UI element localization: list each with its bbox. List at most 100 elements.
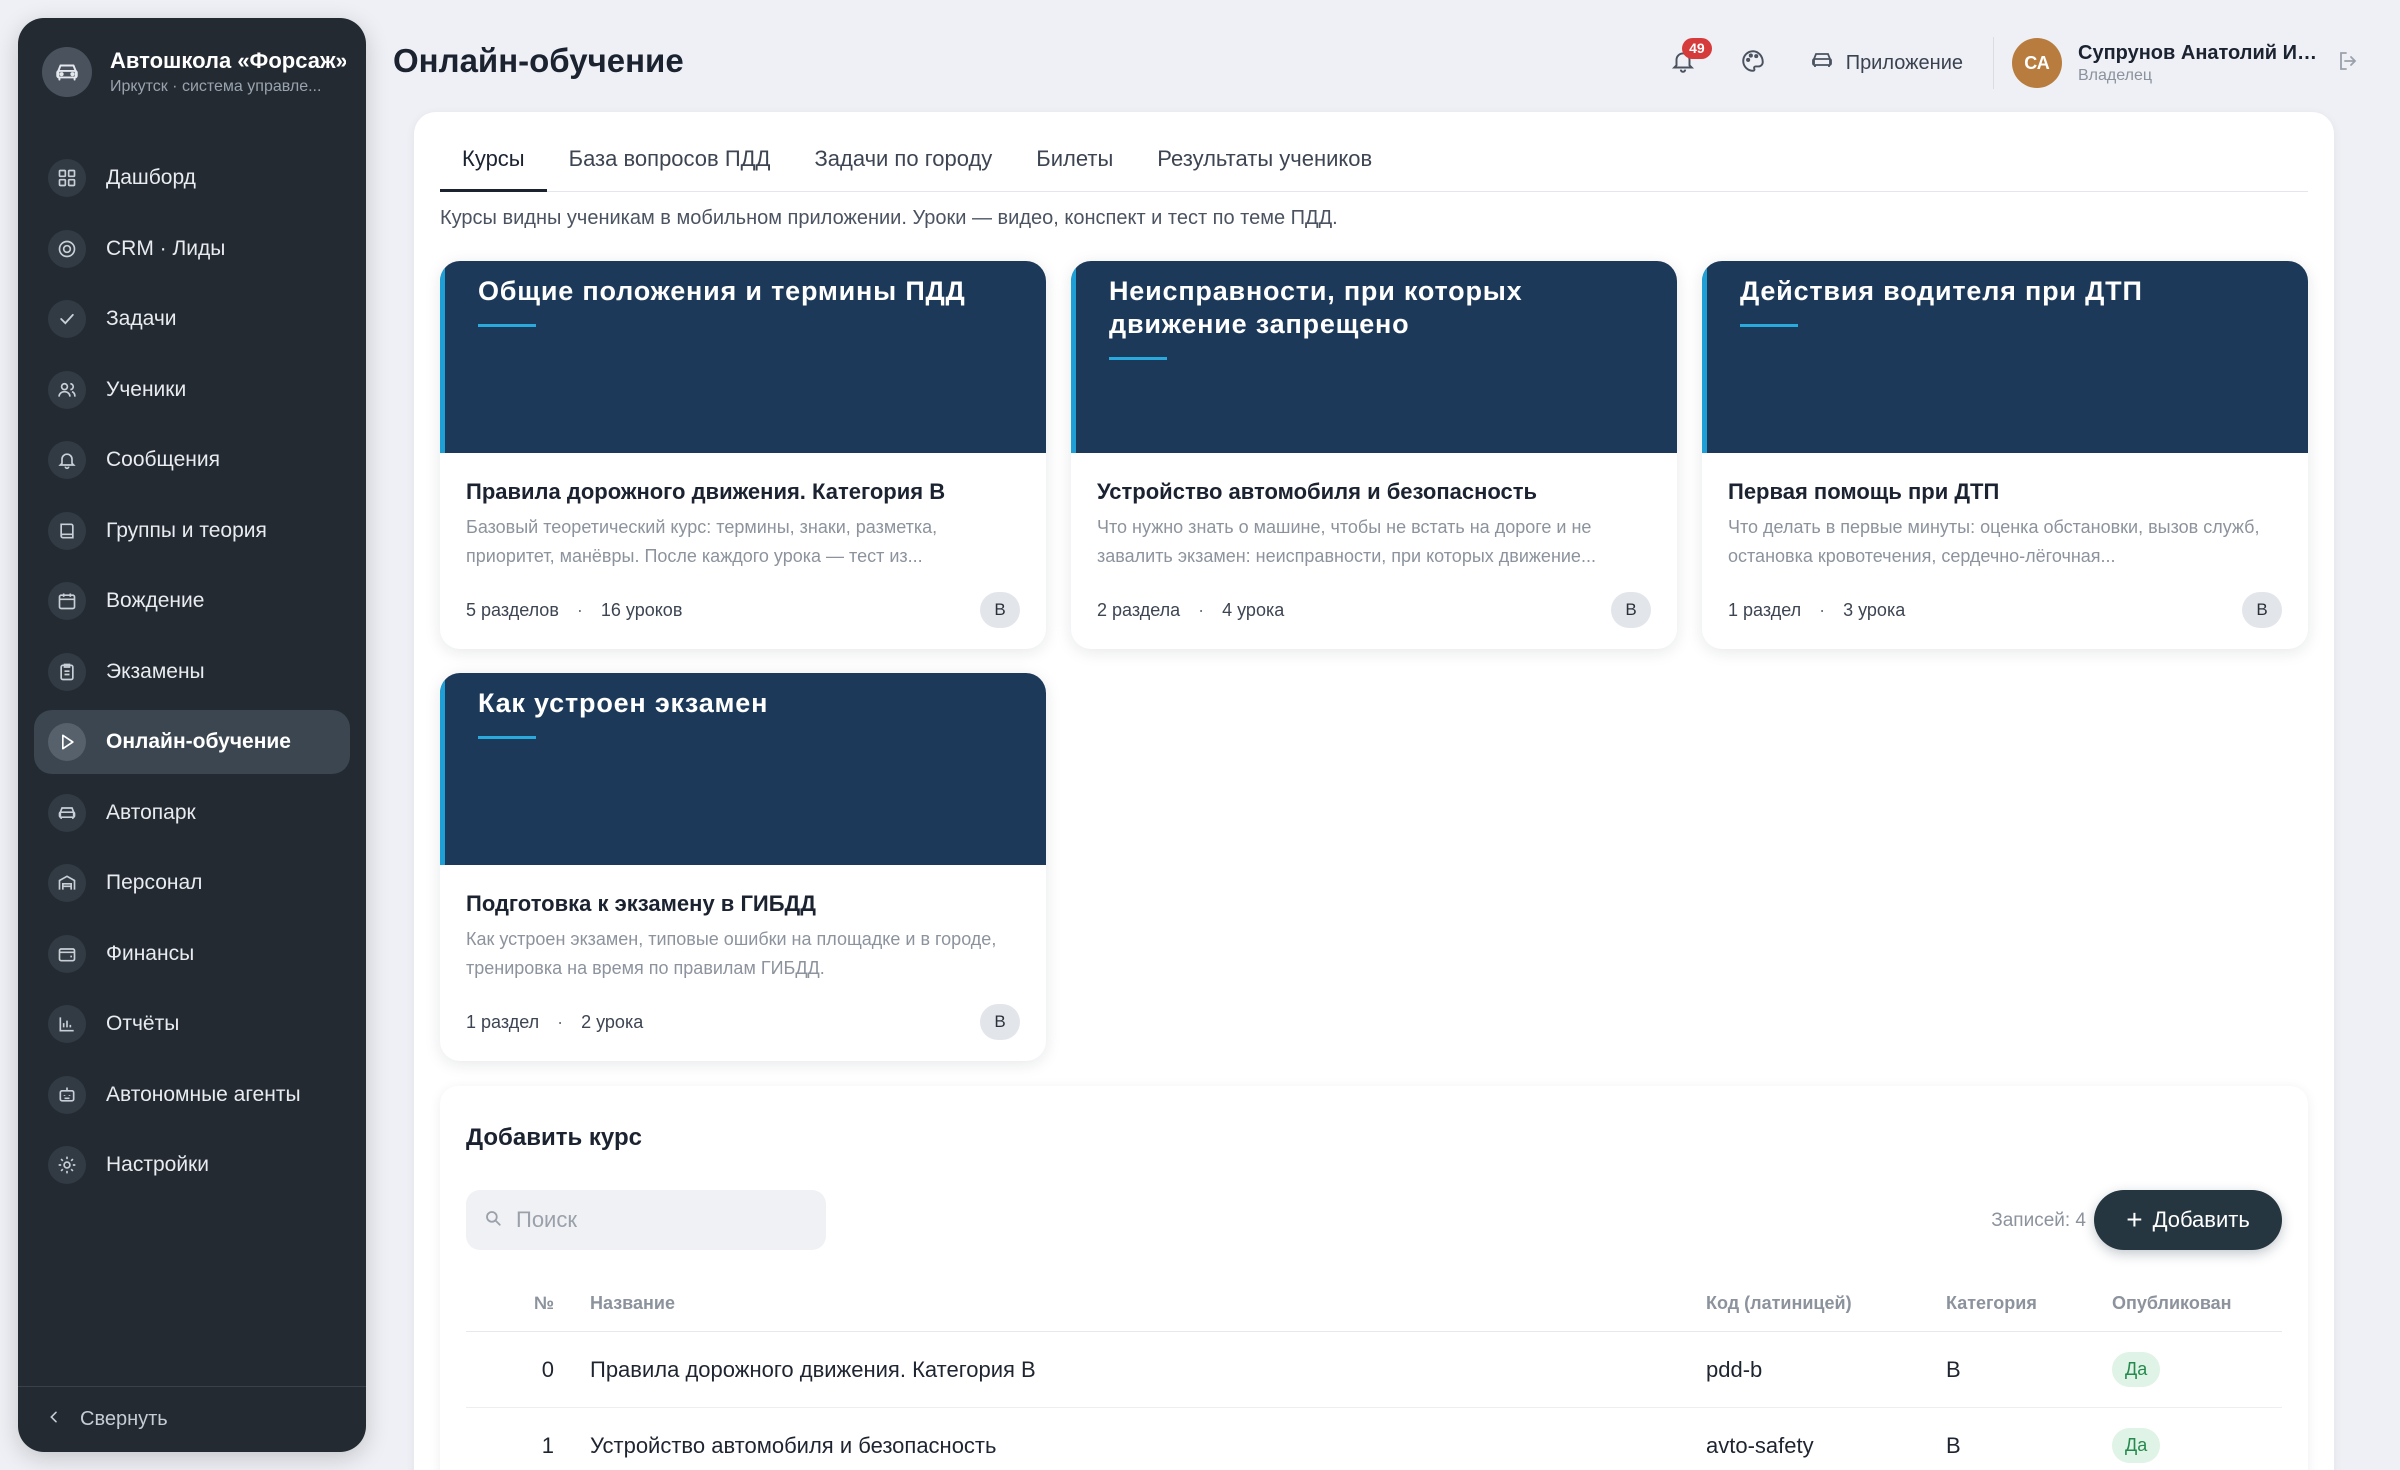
search-input[interactable]	[516, 1207, 816, 1233]
course-card[interactable]: Действия водителя при ДТП Первая помощь …	[1702, 261, 2308, 649]
app-link-label: Приложение	[1845, 51, 1963, 74]
brand-title: Автошкола «Форсаж»	[110, 48, 346, 73]
users-icon	[48, 370, 86, 409]
sidebar-item-students[interactable]: Ученики	[34, 358, 350, 422]
course-lessons: 2 урока	[581, 1011, 644, 1032]
sidebar-item-label: Автономные агенты	[106, 1082, 301, 1106]
table-header: № Название Код (латиницей) Категория Опу…	[466, 1276, 2282, 1332]
course-lessons: 3 урока	[1843, 599, 1906, 620]
cell-code: pdd-b	[1706, 1356, 1763, 1382]
sidebar-item-reports[interactable]: Отчёты	[34, 992, 350, 1056]
column-header-num[interactable]: №	[466, 1293, 554, 1314]
sidebar-item-label: CRM · Лиды	[106, 236, 226, 260]
sidebar-item-label: Автопарк	[106, 800, 196, 824]
add-course-button[interactable]: + Добавить	[2094, 1190, 2282, 1250]
table-row[interactable]: 1 Устройство автомобиля и безопасность a…	[466, 1408, 2282, 1470]
sidebar-item-agents[interactable]: Автономные агенты	[34, 1063, 350, 1127]
user-menu[interactable]: СА Супрунов Анатолий Ив... Владелец	[2012, 38, 2318, 88]
column-header-code[interactable]: Код (латиницей)	[1706, 1293, 1946, 1314]
collapse-sidebar-button[interactable]: Свернуть	[18, 1386, 366, 1452]
sidebar-item-settings[interactable]: Настройки	[34, 1133, 350, 1197]
published-badge: Да	[2112, 1428, 2161, 1463]
cover-title: Как устроен экзамен	[478, 688, 769, 718]
sidebar-item-crm[interactable]: CRM · Лиды	[34, 217, 350, 281]
course-description: Что нужно знать о машине, чтобы не встат…	[1097, 517, 1596, 566]
sidebar-item-label: Финансы	[106, 941, 195, 965]
sidebar-item-label: Группы и теория	[106, 518, 267, 542]
column-header-published[interactable]: Опубликован	[2112, 1293, 2282, 1314]
sidebar-item-label: Ученики	[106, 377, 187, 401]
cover-accent-line	[1109, 357, 1167, 360]
course-title: Первая помощь при ДТП	[1728, 479, 2000, 504]
brand[interactable]: Автошкола «Форсаж» Иркутск · система упр…	[42, 42, 346, 102]
sidebar-item-exams[interactable]: Экзамены	[34, 640, 350, 704]
course-sections: 1 раздел	[1728, 599, 1802, 620]
course-card[interactable]: Общие положения и термины ПДД Правила до…	[440, 261, 1046, 649]
cell-num: 0	[541, 1356, 554, 1382]
logout-icon	[2336, 51, 2360, 77]
course-sections: 5 разделов	[466, 599, 559, 620]
sidebar-item-groups[interactable]: Группы и теория	[34, 499, 350, 563]
meta-separator: ·	[557, 1011, 564, 1032]
tab-tickets[interactable]: Билеты	[1014, 132, 1135, 192]
sidebar-nav: Дашборд CRM · Лиды Задачи Ученики Сообще…	[34, 146, 350, 1204]
column-header-category[interactable]: Категория	[1946, 1293, 2112, 1314]
topbar-actions: 49 Приложение СА Супрунов Анатолий Ив...…	[1636, 30, 2360, 96]
courses-table: № Название Код (латиницей) Категория Опу…	[466, 1276, 2282, 1470]
collapse-label: Свернуть	[80, 1408, 168, 1430]
category-badge: B	[980, 592, 1020, 628]
sidebar-item-tasks[interactable]: Задачи	[34, 287, 350, 351]
dashboard-icon	[48, 159, 86, 197]
sidebar-item-label: Вождение	[106, 589, 205, 612]
course-title: Правила дорожного движения. Категория B	[466, 479, 946, 504]
plus-icon: +	[2126, 1204, 2143, 1235]
notifications-button[interactable]: 49	[1660, 38, 1712, 86]
sidebar-item-label: Дашборд	[106, 166, 196, 189]
cell-category: B	[1946, 1356, 1961, 1382]
tab-city-tasks[interactable]: Задачи по городу	[792, 132, 1014, 192]
sidebar-item-dashboard[interactable]: Дашборд	[34, 146, 350, 210]
meta-separator: ·	[1819, 599, 1826, 620]
chevron-left-icon	[46, 1409, 62, 1430]
table-row[interactable]: 0 Правила дорожного движения. Категория …	[466, 1332, 2282, 1408]
course-description: Базовый теоретический курс: термины, зна…	[466, 517, 938, 566]
sidebar-item-driving[interactable]: Вождение	[34, 569, 350, 633]
tab-courses[interactable]: Курсы	[440, 132, 547, 192]
sidebar-item-label: Задачи	[106, 307, 177, 330]
search-box[interactable]	[466, 1190, 826, 1250]
published-badge: Да	[2112, 1352, 2161, 1387]
cover-accent-line	[1740, 324, 1798, 327]
add-course-title: Добавить курс	[466, 1124, 642, 1151]
sidebar-item-label: Отчёты	[106, 1012, 180, 1035]
logout-button[interactable]	[2336, 49, 2360, 78]
course-card[interactable]: Как устроен экзамен Подготовка к экзамен…	[440, 673, 1046, 1061]
user-role: Владелец	[2078, 66, 2153, 84]
sidebar-item-label: Сообщения	[106, 448, 220, 471]
records-count: Записей: 4	[1991, 1210, 2086, 1231]
course-title: Подготовка к экзамену в ГИБДД	[466, 891, 816, 916]
target-icon	[48, 229, 86, 268]
sidebar-item-staff[interactable]: Персонал	[34, 851, 350, 915]
category-badge: B	[2242, 592, 2282, 628]
course-card[interactable]: Неисправности, при которых движение запр…	[1071, 261, 1677, 649]
cell-num: 1	[541, 1432, 554, 1458]
course-description: Что делать в первые минуты: оценка обста…	[1728, 517, 2260, 566]
column-header-name[interactable]: Название	[554, 1293, 1706, 1314]
cell-name: Правила дорожного движения. Категория B	[590, 1356, 1036, 1382]
sidebar-item-messages[interactable]: Сообщения	[34, 428, 350, 492]
sidebar-item-label: Онлайн-обучение	[106, 730, 291, 753]
tab-pdd-questions[interactable]: База вопросов ПДД	[547, 132, 793, 192]
tab-student-results[interactable]: Результаты учеников	[1135, 132, 1394, 192]
cover-accent-line	[478, 324, 536, 327]
sidebar-item-online-learning[interactable]: Онлайн-обучение	[34, 710, 350, 774]
page-title: Онлайн-обучение	[393, 42, 684, 79]
main-panel: Курсы База вопросов ПДД Задачи по городу…	[414, 112, 2334, 1470]
sidebar-item-fleet[interactable]: Автопарк	[34, 781, 350, 845]
gear-icon	[48, 1146, 86, 1184]
sidebar-item-finance[interactable]: Финансы	[34, 922, 350, 986]
cover-title: Действия водителя при ДТП	[1740, 276, 2143, 306]
app-link[interactable]: Приложение	[1810, 48, 1963, 78]
car-icon	[1810, 48, 1846, 78]
theme-button[interactable]	[1730, 40, 1776, 86]
course-cover: Действия водителя при ДТП	[1702, 261, 2308, 453]
